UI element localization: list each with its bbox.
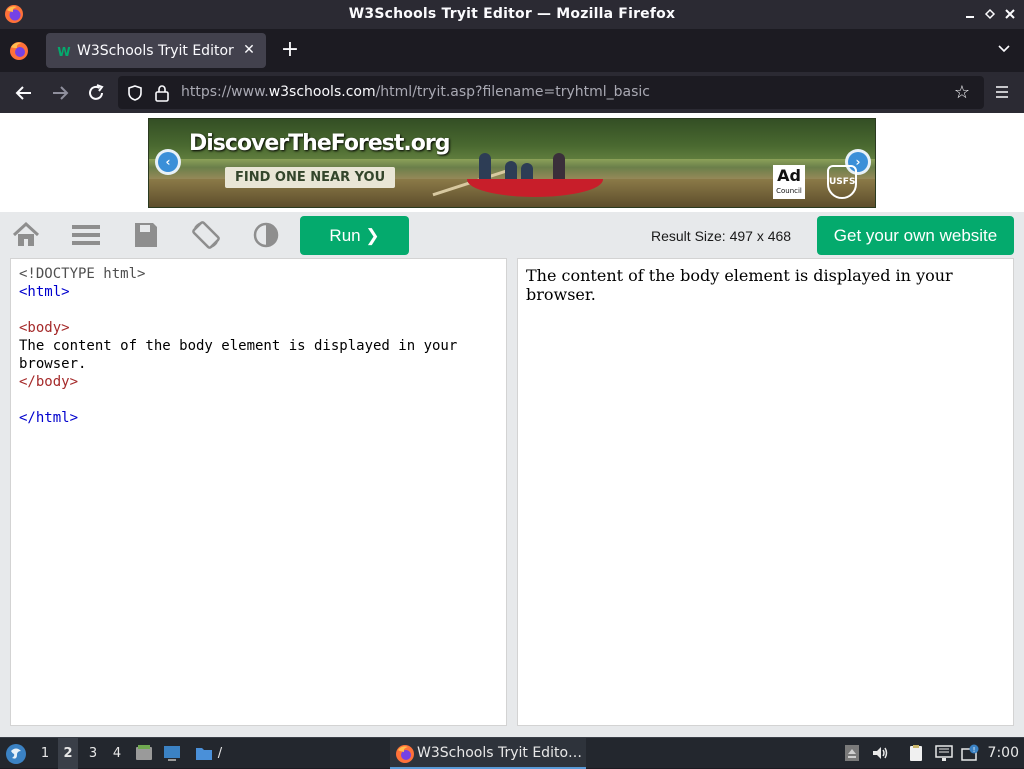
code-line: </body> [19, 374, 79, 390]
lock-icon[interactable] [154, 84, 170, 102]
clock[interactable]: 7:00 [988, 738, 1019, 769]
reload-button[interactable] [85, 82, 107, 104]
tab-w3schools[interactable]: W W3Schools Tryit Editor ✕ [46, 33, 266, 68]
close-window-icon[interactable] [1002, 6, 1018, 22]
notification-icon[interactable]: ! [961, 744, 979, 762]
ad-paddler [553, 153, 565, 181]
taskbar-window-firefox[interactable]: W3Schools Tryit Edito… [390, 738, 586, 769]
url-text[interactable]: https://www.w3schools.com/html/tryit.asp… [181, 84, 650, 100]
ad-headline: DiscoverTheForest.org [189, 131, 450, 156]
window-title: W3Schools Tryit Editor — Mozilla Firefox [348, 6, 676, 22]
ad-cta[interactable]: FIND ONE NEAR YOU [225, 167, 396, 188]
run-button[interactable]: Run ❯ [300, 216, 409, 255]
dark-mode-toggle-icon[interactable] [251, 220, 281, 250]
ad-council-logo: Ad Council [773, 165, 805, 199]
window-titlebar: W3Schools Tryit Editor — Mozilla Firefox [0, 0, 1024, 29]
eject-icon[interactable] [843, 744, 861, 762]
code-line: The content of the body element is displ… [19, 338, 458, 354]
save-icon[interactable] [131, 220, 161, 250]
result-size-label: Result Size: 497 x 468 [651, 228, 792, 244]
minimize-icon[interactable] [962, 6, 978, 22]
ad-paddler [505, 161, 517, 181]
tab-strip: W W3Schools Tryit Editor ✕ + [0, 29, 1024, 72]
page-content: DiscoverTheForest.org FIND ONE NEAR YOU … [0, 113, 1024, 737]
tab-label: W3Schools Tryit Editor [77, 43, 234, 59]
url-bar[interactable]: https://www.w3schools.com/html/tryit.asp… [118, 76, 984, 109]
forward-button[interactable] [49, 82, 71, 104]
firefox-view-icon[interactable] [6, 38, 32, 64]
firefox-icon [396, 745, 414, 763]
navigation-bar: https://www.w3schools.com/html/tryit.asp… [0, 72, 1024, 113]
home-icon[interactable] [11, 220, 41, 250]
code-line: <!DOCTYPE html> [19, 266, 146, 282]
code-line: <html> [19, 284, 70, 300]
workspace-3[interactable]: 3 [83, 738, 103, 769]
rotate-orientation-icon[interactable] [191, 220, 221, 250]
result-frame[interactable]: The content of the body element is displ… [517, 258, 1014, 726]
close-tab-icon[interactable]: ✕ [240, 41, 258, 59]
workspace-1[interactable]: 1 [35, 738, 55, 769]
new-tab-button[interactable]: + [280, 39, 300, 61]
code-line: </html> [19, 410, 79, 426]
desktop-taskbar: 1 2 3 4 / W3Schools Tryit Edito… ! 7:00 [0, 737, 1024, 769]
desktop-icon[interactable] [163, 744, 181, 762]
svg-text:!: ! [973, 746, 976, 754]
code-line: browser. [19, 356, 87, 372]
result-body-text: The content of the body element is displ… [526, 266, 953, 304]
get-your-own-website-button[interactable]: Get your own website [817, 216, 1014, 255]
ad-paddler [479, 153, 491, 181]
ad-prev-arrow-icon[interactable]: ‹ [155, 149, 181, 175]
w3schools-favicon-icon: W [56, 43, 72, 59]
file-manager-icon[interactable] [135, 744, 153, 762]
folder-icon[interactable] [195, 744, 213, 762]
bookmark-star-icon[interactable]: ☆ [952, 83, 972, 103]
list-all-tabs-icon[interactable] [996, 41, 1012, 57]
menu-icon[interactable] [71, 220, 101, 250]
workspace-4[interactable]: 4 [107, 738, 127, 769]
taskbar-window-label: W3Schools Tryit Edito… [417, 745, 583, 761]
restore-icon[interactable] [982, 6, 998, 22]
network-icon[interactable] [935, 744, 953, 762]
volume-icon[interactable] [871, 744, 889, 762]
code-line: <body> [19, 320, 70, 336]
start-menu-icon[interactable] [5, 743, 27, 765]
hamburger-menu-icon[interactable] [994, 84, 1010, 100]
ad-zone: DiscoverTheForest.org FIND ONE NEAR YOU … [0, 113, 1024, 212]
code-editor[interactable]: <!DOCTYPE html> <html> <body> The conten… [10, 258, 507, 726]
usfs-shield-logo: USFS [827, 165, 857, 199]
folder-path-label[interactable]: / [215, 738, 225, 769]
tracking-protection-icon[interactable] [126, 84, 144, 102]
banner-ad[interactable]: DiscoverTheForest.org FIND ONE NEAR YOU … [148, 118, 876, 208]
clipboard-icon[interactable] [907, 744, 925, 762]
workspace-2[interactable]: 2 [58, 738, 78, 769]
back-button[interactable] [13, 82, 35, 104]
svg-text:W: W [57, 45, 70, 59]
